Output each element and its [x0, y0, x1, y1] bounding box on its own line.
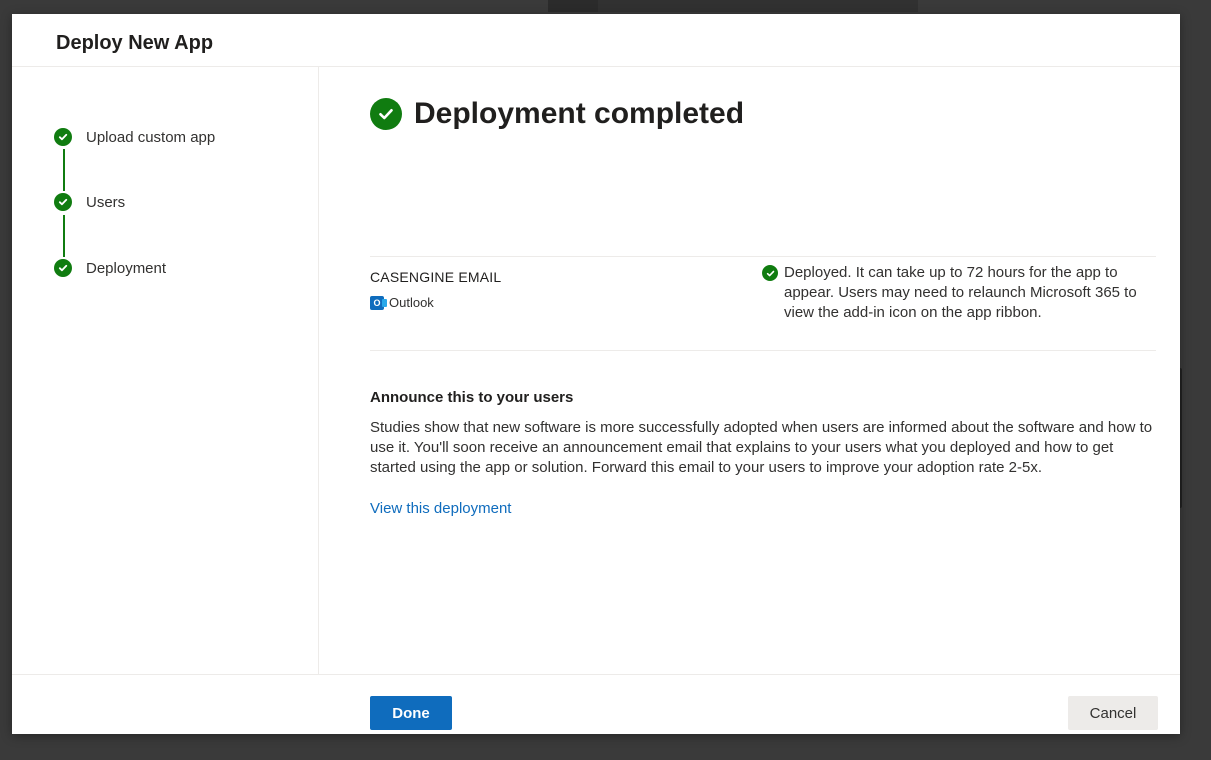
check-icon: [762, 265, 778, 281]
step-label: Upload custom app: [86, 128, 216, 146]
step-upload-custom-app: Upload custom app: [54, 128, 215, 146]
cancel-button[interactable]: Cancel: [1068, 696, 1158, 730]
deployment-status-text: Deployed. It can take up to 72 hours for…: [784, 264, 1137, 321]
announce-title: Announce this to your users: [370, 389, 574, 406]
background-strip: [598, 0, 918, 12]
view-deployment-link[interactable]: View this deployment: [370, 500, 511, 517]
announce-body: Studies show that new software is more s…: [370, 419, 1153, 476]
divider: [370, 350, 1156, 351]
done-button[interactable]: Done: [370, 696, 452, 730]
page-title: Deployment completed: [370, 97, 744, 131]
deployment-status: Deployed. It can take up to 72 hours for…: [762, 263, 1152, 323]
outlook-icon: O: [370, 295, 387, 310]
app-name: CASENGINE EMAIL: [370, 269, 502, 285]
check-icon: [54, 259, 72, 277]
check-icon: [54, 193, 72, 211]
step-connector: [63, 215, 65, 257]
deployed-app-row: CASENGINE EMAIL O Outlook Deployed. It c…: [370, 257, 1156, 337]
step-label: Deployment: [86, 259, 167, 277]
main-content: Deployment completed CASENGINE EMAIL O O…: [370, 67, 1156, 674]
check-icon: [370, 98, 402, 130]
page-title-text: Deployment completed: [414, 97, 745, 130]
step-users: Users: [54, 193, 125, 211]
dialog-header: Deploy New App: [12, 14, 1180, 67]
deploy-dialog: Deploy New App Upload custom app Users D…: [12, 14, 1180, 734]
background-strip: [548, 0, 598, 12]
wizard-steps: Upload custom app Users Deployment: [12, 67, 319, 674]
dialog-footer: Done Cancel: [12, 674, 1180, 735]
dialog-title: Deploy New App: [56, 32, 214, 54]
step-deployment: Deployment: [54, 259, 166, 277]
announce-section: Announce this to your users Studies show…: [370, 389, 1156, 518]
step-label: Users: [86, 193, 126, 211]
check-icon: [54, 128, 72, 146]
app-host-label: Outlook: [389, 295, 434, 310]
app-host: O Outlook: [370, 295, 434, 310]
step-connector: [63, 149, 65, 191]
